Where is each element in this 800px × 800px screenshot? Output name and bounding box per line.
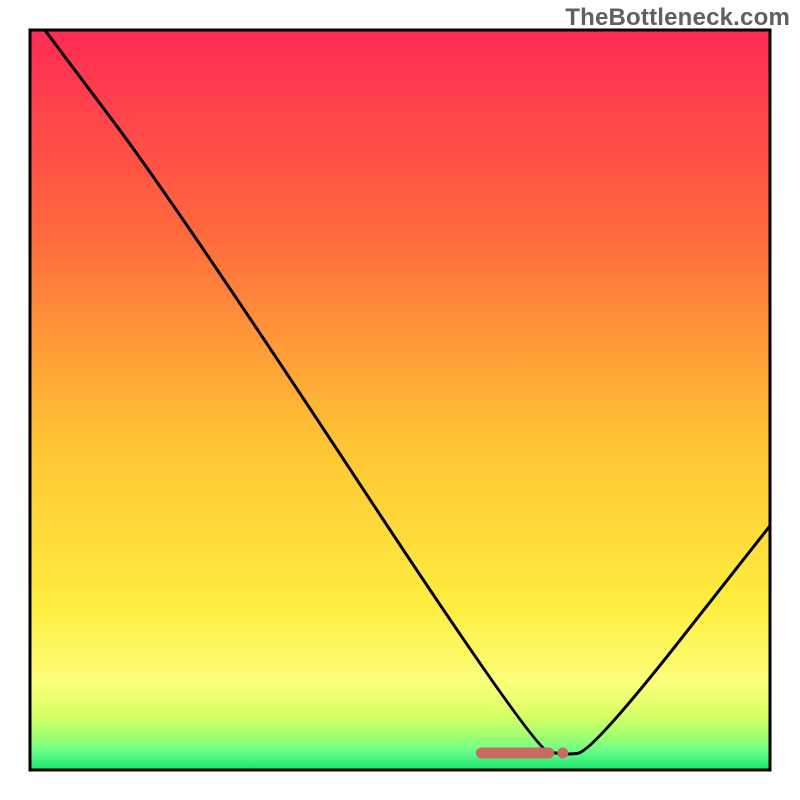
chart-container: TheBottleneck.com: [0, 0, 800, 800]
watermark-text: TheBottleneck.com: [565, 4, 790, 32]
bottleneck-chart: [0, 0, 800, 800]
gradient-background: [30, 30, 770, 770]
